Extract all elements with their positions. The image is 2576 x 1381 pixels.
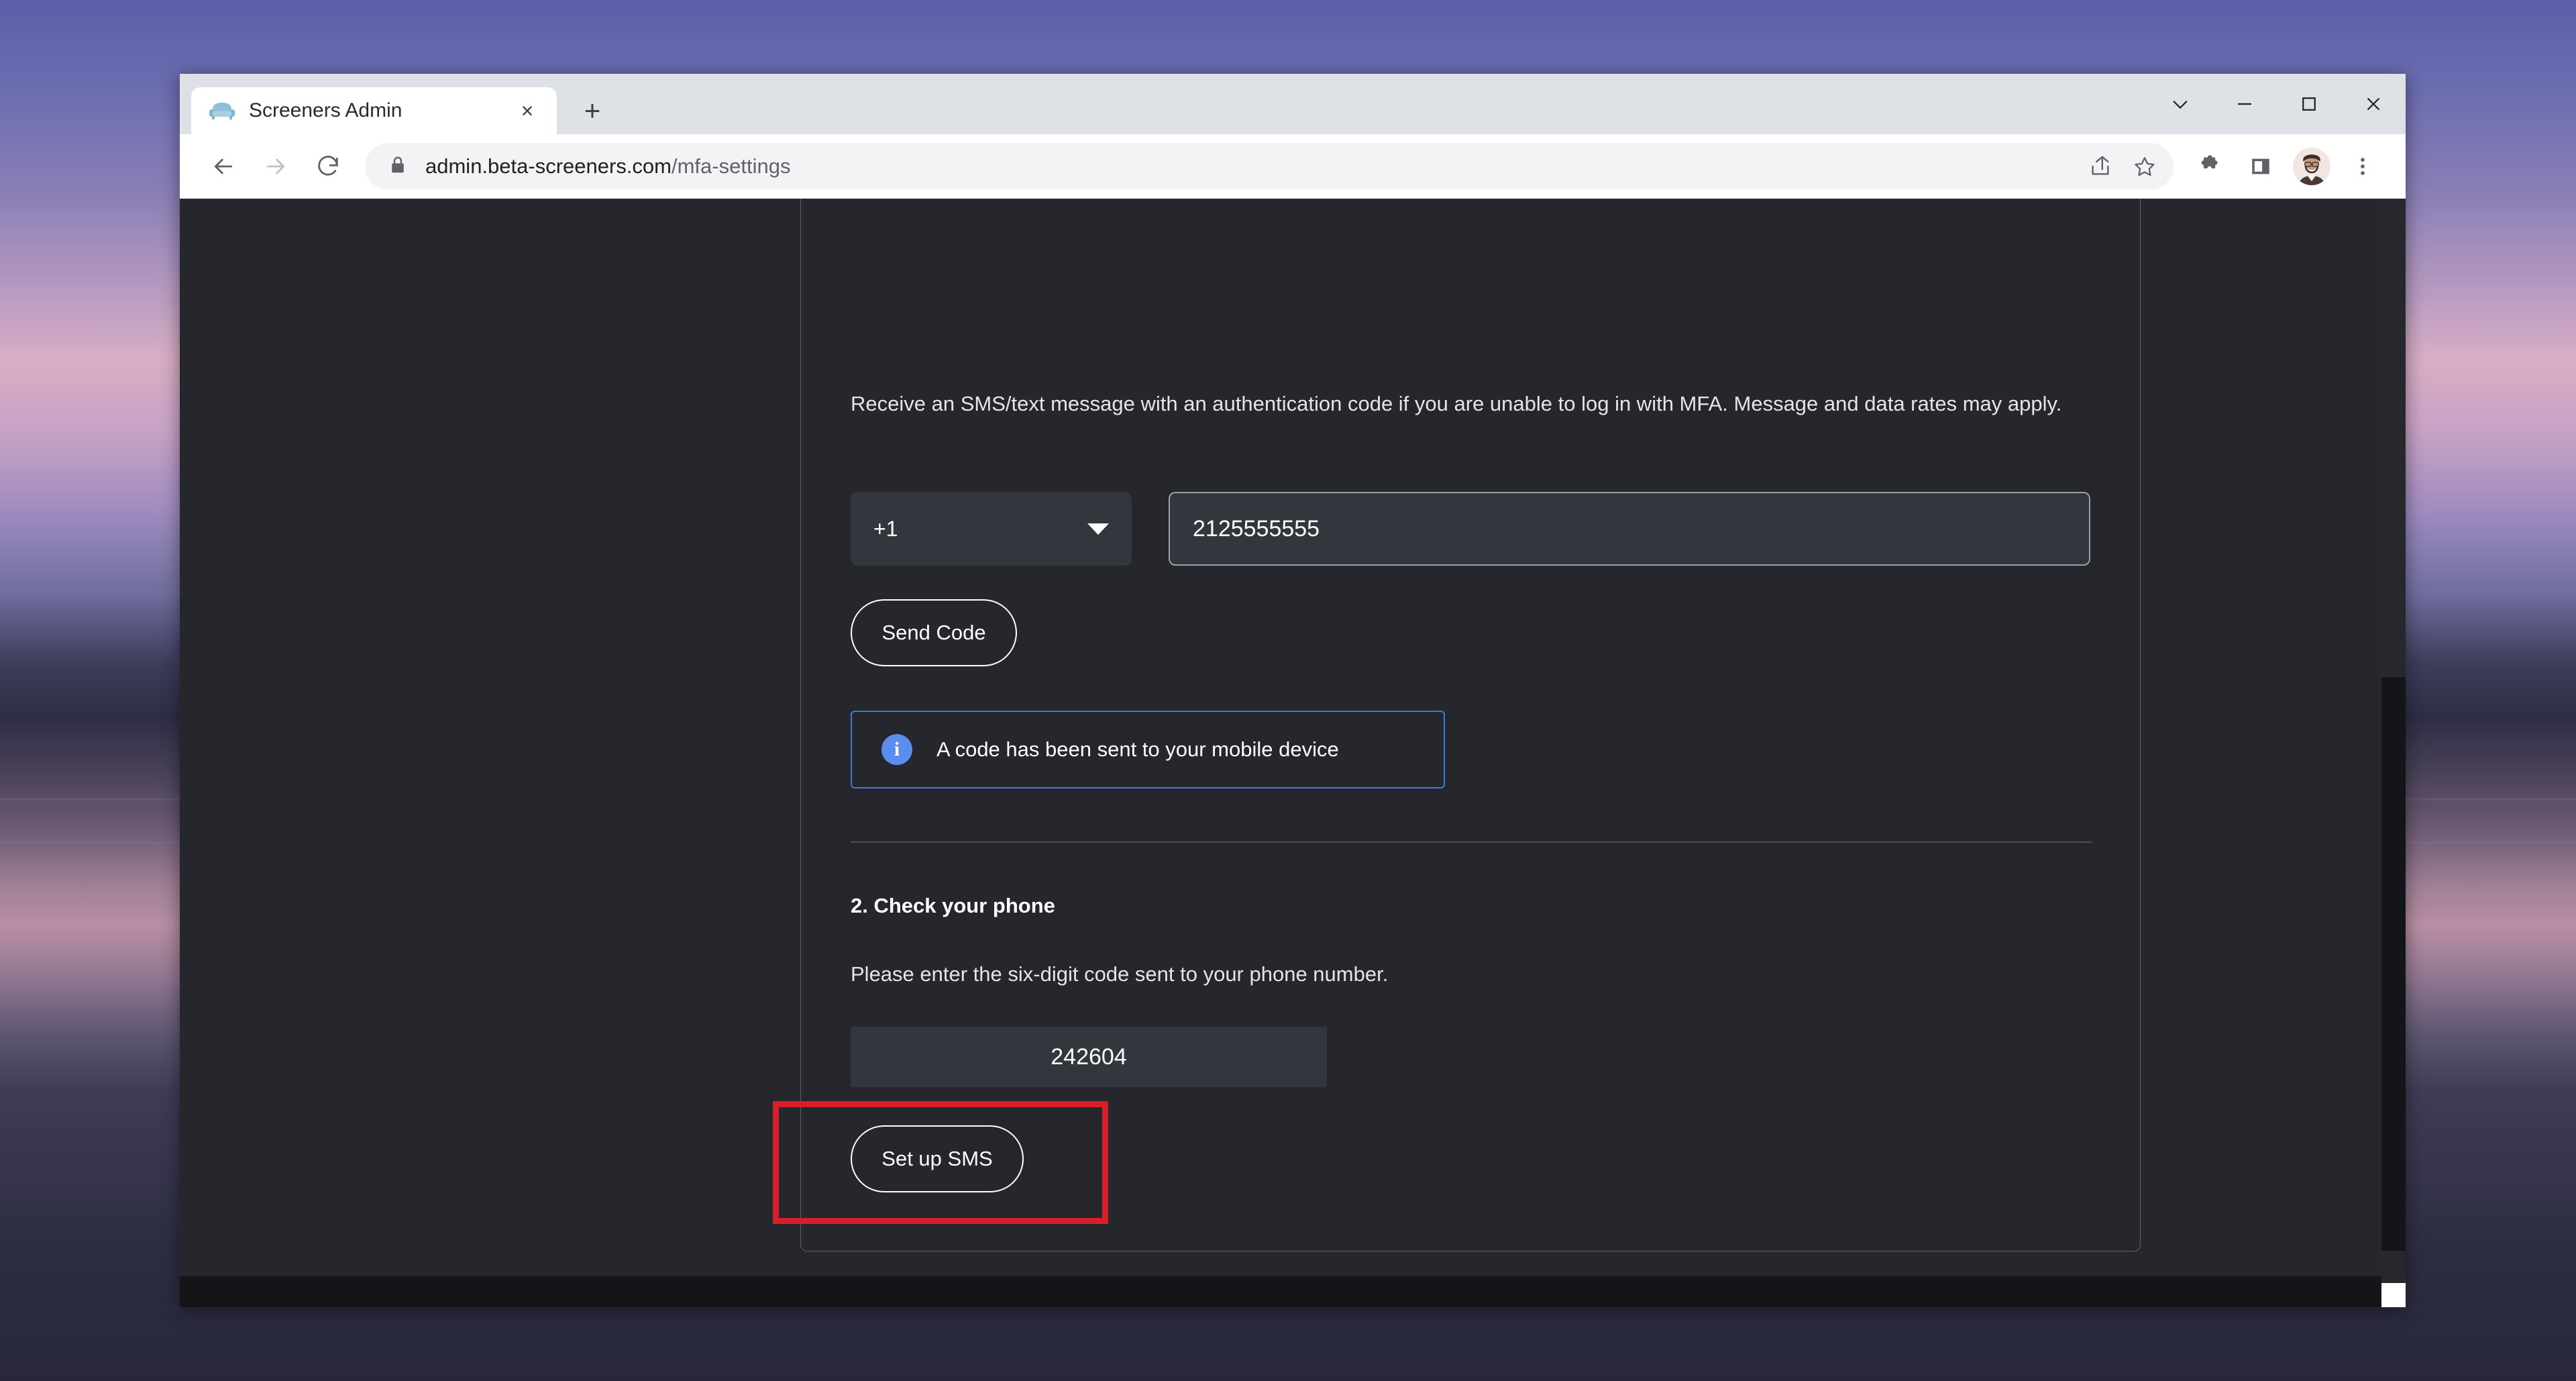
- send-code-button[interactable]: Send Code: [851, 599, 1017, 666]
- puzzle-piece-icon[interactable]: [2184, 141, 2235, 192]
- browser-toolbar: admin.beta-screeners.com/mfa-settings: [180, 134, 2406, 199]
- chevron-down-icon[interactable]: [2148, 74, 2212, 134]
- minimize-icon[interactable]: [2212, 74, 2277, 134]
- tab-title: Screeners Admin: [249, 99, 402, 121]
- country-code-value: +1: [873, 516, 898, 541]
- url-host: admin.beta-screeners.com: [425, 154, 672, 178]
- maximize-icon[interactable]: [2277, 74, 2341, 134]
- star-icon[interactable]: [2123, 144, 2167, 189]
- browser-tab-screeners-admin[interactable]: Screeners Admin ×: [191, 87, 557, 134]
- back-arrow-icon[interactable]: [197, 140, 250, 193]
- step-2-description: Please enter the six-digit code sent to …: [851, 962, 1389, 986]
- section-divider: [851, 841, 2092, 843]
- three-dot-menu-icon[interactable]: [2337, 141, 2388, 192]
- url-path: /mfa-settings: [672, 154, 791, 178]
- lock-icon: [388, 155, 408, 178]
- window-controls: [2148, 74, 2406, 134]
- page-scrollbar[interactable]: [2381, 199, 2406, 1307]
- page-scroll-area: Receive an SMS/text message with an auth…: [180, 199, 2381, 1307]
- chevron-down-icon: [1087, 523, 1109, 535]
- close-tab-icon[interactable]: ×: [513, 96, 542, 125]
- page-viewport: Receive an SMS/text message with an auth…: [180, 199, 2406, 1307]
- phone-number-input[interactable]: 2125555555: [1169, 492, 2090, 566]
- close-window-icon[interactable]: [2341, 74, 2406, 134]
- info-icon: i: [881, 734, 912, 765]
- browser-window: Screeners Admin × + admin.beta-screeners…: [180, 74, 2406, 1307]
- page-bottom-strip: [180, 1276, 2381, 1307]
- couch-icon: [207, 101, 237, 121]
- step-2-title: 2. Check your phone: [851, 894, 1055, 917]
- intro-text: Receive an SMS/text message with an auth…: [851, 392, 2062, 415]
- country-code-select[interactable]: +1: [851, 492, 1132, 566]
- forward-arrow-icon[interactable]: [250, 140, 302, 193]
- code-sent-banner: i A code has been sent to your mobile de…: [851, 711, 1445, 788]
- address-bar[interactable]: admin.beta-screeners.com/mfa-settings: [365, 143, 2174, 190]
- tab-strip: Screeners Admin × +: [180, 74, 2406, 134]
- new-tab-button[interactable]: +: [573, 91, 612, 130]
- side-panel-icon[interactable]: [2235, 141, 2286, 192]
- avatar[interactable]: [2293, 148, 2330, 185]
- verification-code-input[interactable]: 242604: [851, 1027, 1327, 1087]
- reload-icon[interactable]: [302, 140, 354, 193]
- annotation-highlight-box: [773, 1101, 1108, 1224]
- url-text: admin.beta-screeners.com/mfa-settings: [425, 154, 2078, 178]
- banner-message: A code has been sent to your mobile devi…: [936, 737, 1339, 761]
- scrollbar-corner: [2381, 1283, 2406, 1307]
- share-icon[interactable]: [2078, 144, 2123, 189]
- scrollbar-thumb[interactable]: [2381, 677, 2406, 1251]
